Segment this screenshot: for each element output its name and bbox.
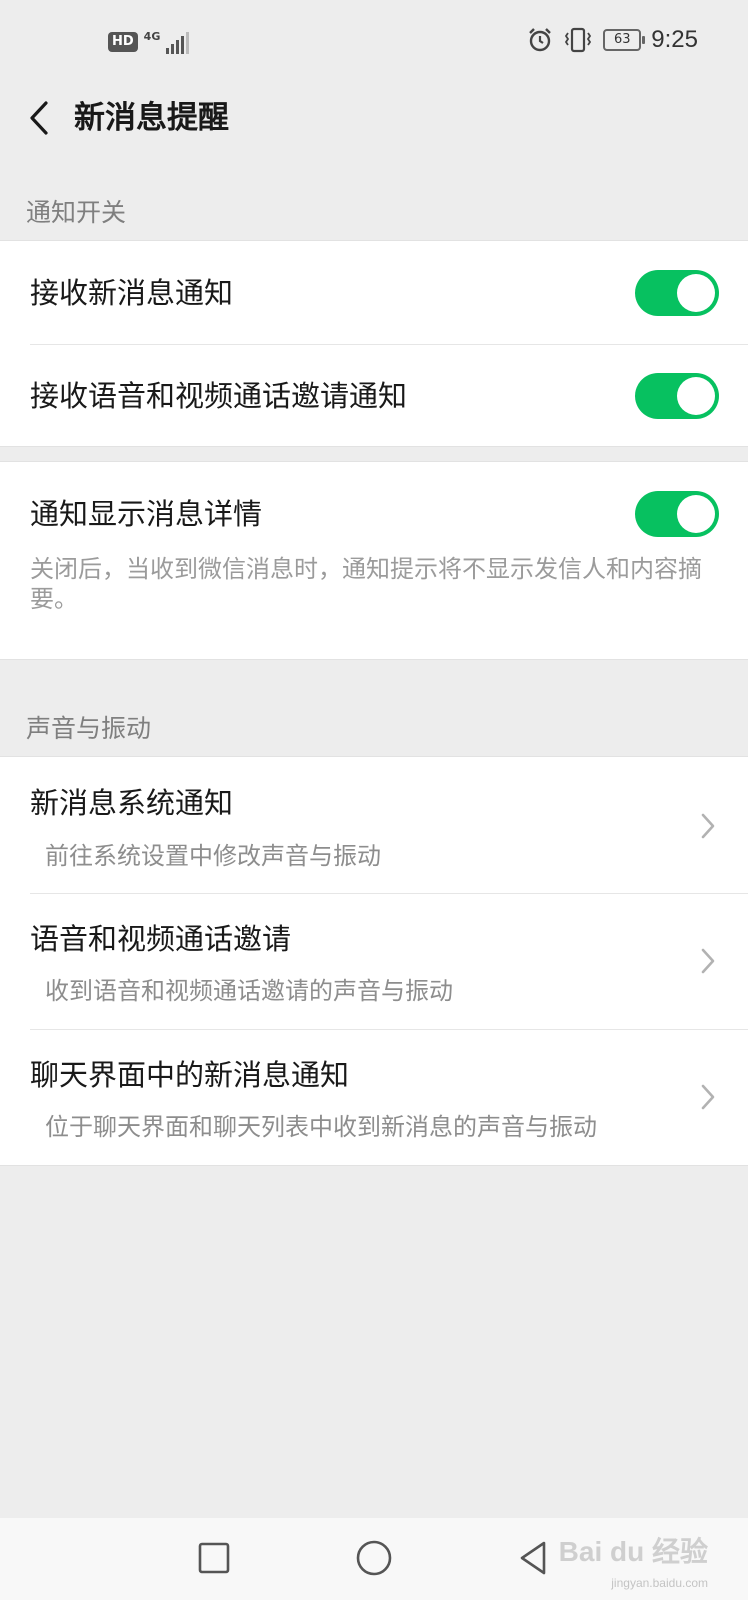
home-button[interactable] bbox=[354, 1538, 394, 1578]
receive-call-invite-row[interactable]: 接收语音和视频通话邀请通知 bbox=[0, 345, 748, 446]
triangle-back-icon bbox=[520, 1541, 546, 1575]
signal-icon bbox=[166, 30, 190, 54]
chevron-right-icon bbox=[701, 1084, 715, 1110]
receive-call-invite-toggle[interactable] bbox=[635, 373, 719, 419]
detail-switch-group: 通知显示消息详情 关闭后，当收到微信消息时，通知提示将不显示发信人和内容摘要。 bbox=[0, 461, 748, 660]
row-subtitle: 收到语音和视频通话邀请的声音与振动 bbox=[45, 977, 453, 1005]
status-bar: HD 4G 63 9:25 bbox=[0, 0, 748, 90]
row-subtitle: 位于聊天界面和聊天列表中收到新消息的声音与振动 bbox=[45, 1113, 597, 1141]
status-right: 63 9:25 bbox=[527, 26, 698, 54]
receive-new-message-row[interactable]: 接收新消息通知 bbox=[0, 241, 748, 344]
row-label: 语音和视频通话邀请 bbox=[30, 922, 292, 956]
back-button[interactable] bbox=[22, 94, 62, 144]
call-invite-sound-row[interactable]: 语音和视频通话邀请 收到语音和视频通话邀请的声音与振动 bbox=[0, 894, 748, 1029]
row-label: 接收新消息通知 bbox=[30, 276, 234, 310]
status-time: 9:25 bbox=[651, 26, 698, 53]
square-icon bbox=[198, 1542, 230, 1574]
receive-new-message-toggle[interactable] bbox=[635, 270, 719, 316]
system-navigation-bar: Bai du 经验 jingyan.baidu.com bbox=[0, 1518, 748, 1600]
chat-new-message-row[interactable]: 聊天界面中的新消息通知 位于聊天界面和聊天列表中收到新消息的声音与振动 bbox=[0, 1030, 748, 1165]
navigation-header: 新消息提醒 bbox=[0, 90, 748, 160]
toggle-knob bbox=[677, 495, 715, 533]
back-nav-button[interactable] bbox=[514, 1538, 554, 1578]
section-title-notification: 通知开关 bbox=[26, 198, 127, 227]
network-type: 4G bbox=[143, 29, 161, 43]
circle-icon bbox=[356, 1540, 392, 1576]
status-left: HD 4G bbox=[108, 29, 190, 54]
page-title: 新消息提醒 bbox=[74, 100, 229, 136]
watermark: Bai du 经验 bbox=[558, 1536, 708, 1567]
vibrate-icon bbox=[565, 27, 592, 53]
recent-apps-button[interactable] bbox=[194, 1538, 234, 1578]
chevron-right-icon bbox=[701, 948, 715, 974]
battery-icon: 63 bbox=[603, 29, 646, 51]
sound-vibration-group: 新消息系统通知 前往系统设置中修改声音与振动 语音和视频通话邀请 收到语音和视频… bbox=[0, 756, 748, 1166]
row-label: 聊天界面中的新消息通知 bbox=[30, 1058, 350, 1092]
show-message-detail-row[interactable]: 通知显示消息详情 关闭后，当收到微信消息时，通知提示将不显示发信人和内容摘要。 bbox=[0, 462, 748, 659]
toggle-knob bbox=[677, 377, 715, 415]
row-label: 通知显示消息详情 bbox=[30, 497, 263, 531]
row-description: 关闭后，当收到微信消息时，通知提示将不显示发信人和内容摘要。 bbox=[30, 555, 702, 613]
system-notification-row[interactable]: 新消息系统通知 前往系统设置中修改声音与振动 bbox=[0, 757, 748, 893]
chevron-left-icon bbox=[30, 101, 48, 135]
section-title-sound: 声音与振动 bbox=[26, 714, 152, 743]
toggle-knob bbox=[677, 274, 715, 312]
chevron-right-icon bbox=[701, 813, 715, 839]
alarm-icon bbox=[529, 28, 552, 52]
hd-badge: HD bbox=[108, 32, 138, 52]
show-message-detail-toggle[interactable] bbox=[635, 491, 719, 537]
watermark-url: jingyan.baidu.com bbox=[611, 1576, 708, 1590]
row-label: 接收语音和视频通话邀请通知 bbox=[30, 379, 408, 413]
row-subtitle: 前往系统设置中修改声音与振动 bbox=[45, 842, 381, 870]
row-label: 新消息系统通知 bbox=[30, 786, 234, 820]
notification-switch-group: 接收新消息通知 接收语音和视频通话邀请通知 bbox=[0, 240, 748, 447]
